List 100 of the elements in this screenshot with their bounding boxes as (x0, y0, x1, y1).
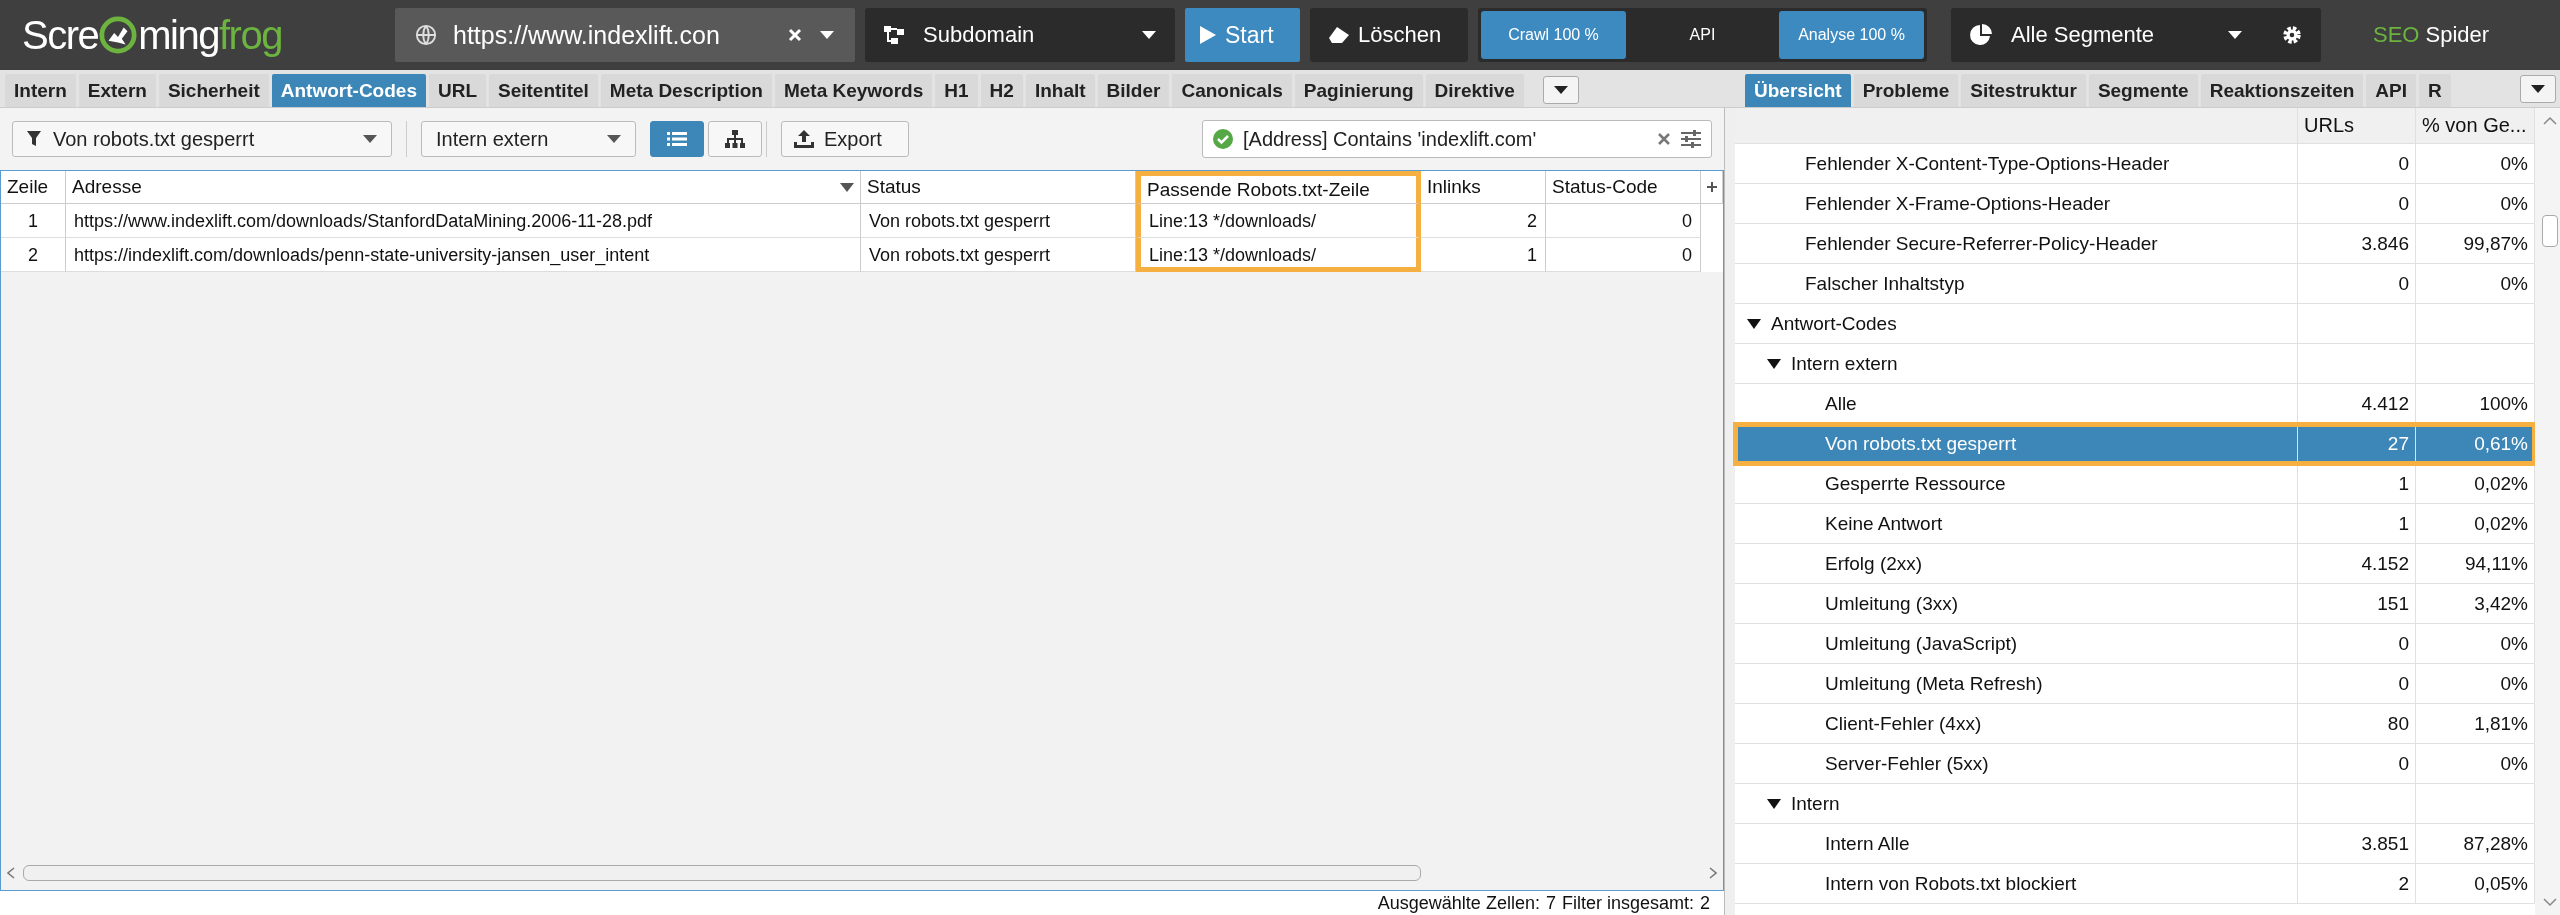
vertical-scrollbar[interactable] (2535, 108, 2560, 915)
filter-icon (27, 131, 41, 147)
tab[interactable]: Inhalt (1025, 74, 1095, 107)
percent-value: 0% (2500, 152, 2528, 175)
scope-dropdown[interactable]: Intern extern (421, 121, 636, 157)
overview-row[interactable]: Antwort-Codes (1735, 304, 2535, 344)
tab[interactable]: Extern (78, 74, 156, 107)
more-tabs-button[interactable] (1542, 76, 1579, 104)
mode-dropdown[interactable]: Subdomain (865, 8, 1175, 62)
tab[interactable]: Paginierung (1294, 74, 1423, 107)
overview-row[interactable]: Intern von Robots.txt blockiert 2 0,05% (1735, 864, 2535, 904)
overview-row[interactable]: Client-Fehler (4xx) 80 1,81% (1735, 704, 2535, 744)
tab[interactable]: Meta Description (600, 74, 772, 107)
list-view-button[interactable] (650, 121, 704, 157)
table-cell: Von robots.txt gesperrt (861, 238, 1136, 272)
product-name: SEO (2373, 22, 2420, 48)
percent-value: 0% (2500, 192, 2528, 215)
hierarchy-icon (883, 25, 905, 45)
segments-dropdown[interactable]: Alle Segmente (1951, 8, 2321, 62)
overview-row[interactable]: Erfolg (2xx) 4.152 94,11% (1735, 544, 2535, 584)
row-label: Fehlender X-Content-Type-Options-Header (1805, 152, 2170, 175)
scrollbar-thumb[interactable] (2542, 215, 2558, 247)
tab[interactable]: H1 (935, 74, 978, 107)
overview-row[interactable]: Intern Alle 3.851 87,28% (1735, 824, 2535, 864)
tab[interactable]: Sicherheit (158, 74, 269, 107)
product-name: Spider (2425, 22, 2490, 48)
scroll-right-icon[interactable] (1709, 867, 1717, 879)
percent-value: 0,05% (2474, 872, 2528, 895)
caret-icon[interactable] (819, 30, 835, 40)
row-label: Gesperrte Ressource (1825, 472, 2006, 495)
row-label: Fehlender Secure-Referrer-Policy-Header (1805, 232, 2158, 255)
tab[interactable]: Reaktionszeiten (2200, 74, 2364, 107)
collapse-icon[interactable] (1747, 317, 1761, 330)
tab[interactable]: Canonicals (1172, 74, 1292, 107)
tab[interactable]: Übersicht (1745, 74, 1851, 107)
scroll-down-icon[interactable] (2543, 898, 2557, 907)
settings-icon[interactable] (2281, 24, 2303, 46)
progress-button[interactable]: Analyse 100 % (1779, 11, 1924, 59)
scrollbar-thumb[interactable] (23, 865, 1421, 881)
overview-row[interactable]: Umleitung (3xx) 151 3,42% (1735, 584, 2535, 624)
tab[interactable]: URL (428, 74, 486, 107)
tab[interactable]: R (2419, 74, 2451, 107)
row-label: Erfolg (2xx) (1825, 552, 1923, 575)
overview-row[interactable]: Intern (1735, 784, 2535, 824)
percent-value: 0,02% (2474, 472, 2528, 495)
sort-icon (840, 182, 854, 192)
more-tabs-button[interactable] (2520, 75, 2556, 103)
collapse-icon[interactable] (1767, 357, 1781, 370)
overview-row[interactable]: Umleitung (JavaScript) 0 0% (1735, 624, 2535, 664)
url-count: 80 (2387, 712, 2409, 735)
scroll-left-icon[interactable] (7, 867, 15, 879)
overview-row[interactable]: Falscher Inhaltstyp 0 0% (1735, 264, 2535, 304)
tab[interactable]: Intern (5, 74, 76, 107)
clear-button[interactable]: Löschen (1310, 8, 1468, 62)
tab[interactable]: Meta Keywords (774, 74, 933, 107)
close-icon[interactable] (1657, 132, 1671, 146)
sliders-icon[interactable] (1681, 130, 1701, 148)
url-count: 4.152 (2361, 552, 2409, 575)
table-cell: 0 (1546, 238, 1701, 272)
tab[interactable]: Segmente (2088, 74, 2198, 107)
start-button[interactable]: Start (1185, 8, 1300, 62)
tree-view-button[interactable] (708, 121, 762, 157)
overview-row[interactable]: Fehlender X-Content-Type-Options-Header 0 0% (1735, 144, 2535, 184)
tab[interactable]: Probleme (1853, 74, 1959, 107)
export-button[interactable]: Export (781, 121, 909, 157)
tab[interactable]: Antwort-Codes (271, 74, 426, 107)
tab[interactable]: Bilder (1097, 74, 1170, 107)
overview-row[interactable]: Keine Antwort 1 0,02% (1735, 504, 2535, 544)
url-count: 2 (2398, 872, 2409, 895)
percent-value: 0% (2500, 672, 2528, 695)
clear-icon[interactable] (787, 27, 803, 43)
url-count: 0 (2398, 192, 2409, 215)
filter-dropdown[interactable]: Von robots.txt gesperrt (12, 121, 392, 157)
tab[interactable]: Sitestruktur (1961, 74, 2086, 107)
collapse-icon[interactable] (1767, 797, 1781, 810)
tab[interactable]: Seitentitel (489, 74, 598, 107)
overview-row[interactable]: Intern extern (1735, 344, 2535, 384)
percent-value: 1,81% (2474, 712, 2528, 735)
url-field[interactable]: https://www.indexlift.con (395, 8, 855, 62)
overview-row[interactable]: Gesperrte Ressource 1 0,02% (1735, 464, 2535, 504)
eraser-icon (1328, 26, 1350, 44)
url-count: 3.846 (2361, 232, 2409, 255)
percent-value: 3,42% (2474, 592, 2528, 615)
overview-row[interactable]: Von robots.txt gesperrt 27 0,61% (1735, 424, 2535, 464)
progress-button[interactable]: Crawl 100 % (1481, 11, 1626, 59)
scroll-up-icon[interactable] (2543, 116, 2557, 125)
search-field[interactable]: [Address] Contains 'indexlift.com' (1202, 120, 1712, 158)
table-cell: 2 (1, 238, 66, 272)
logo-text: ming (138, 12, 219, 58)
overview-row[interactable]: Umleitung (Meta Refresh) 0 0% (1735, 664, 2535, 704)
overview-row[interactable]: Fehlender Secure-Referrer-Policy-Header 3.846 99,87% (1735, 224, 2535, 264)
overview-row[interactable]: Server-Fehler (5xx) 0 0% (1735, 744, 2535, 784)
tab[interactable]: H2 (980, 74, 1023, 107)
tab[interactable]: Direktive (1425, 74, 1524, 107)
tab[interactable]: API (2366, 74, 2417, 107)
overview-row[interactable]: Fehlender X-Frame-Options-Header 0 0% (1735, 184, 2535, 224)
column-header[interactable]: URLs (2298, 108, 2416, 143)
caret-icon (1553, 86, 1568, 94)
percent-value: 99,87% (2463, 232, 2528, 255)
percent-value: 100% (2479, 392, 2528, 415)
